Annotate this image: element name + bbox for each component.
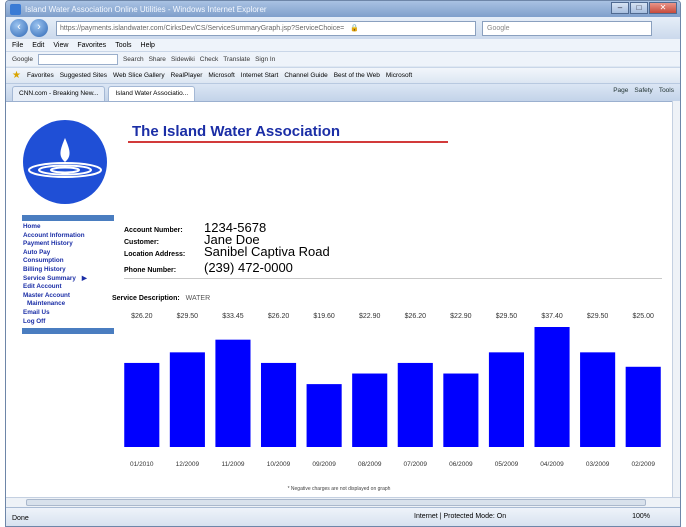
x-tick-label: 10/2009 [267,461,291,468]
chart-bar [488,352,525,447]
x-tick-label: 06/2009 [449,461,473,468]
chart-bar [443,373,479,447]
page-menu[interactable]: Page [613,87,628,94]
fav-link[interactable]: Microsoft [386,72,412,79]
status-bar: Done Internet | Protected Mode: On 100% [6,507,680,526]
favorites-label[interactable]: Favorites [27,72,54,79]
chart-bar [580,352,616,447]
bar-value-label: $26.20 [131,313,153,320]
safety-menu[interactable]: Safety [634,87,652,94]
x-tick-label: 03/2009 [586,461,610,468]
favorites-star-icon[interactable]: ★ [12,70,21,81]
x-tick-label: 11/2009 [221,461,244,468]
page-viewport: The Island Water Association Home Accoun… [6,101,672,497]
chart-bar [352,373,388,447]
service-summary-chart: $26.20 01/2010 $29.50 12/2009 $33.45 11/2009 $… [124,313,661,468]
forward-button[interactable]: › [30,19,48,37]
bar-value-label: $22.90 [450,313,472,320]
ie-icon [10,3,21,15]
chart-bar [215,339,251,447]
back-button[interactable]: ‹ [10,19,28,37]
fav-link[interactable]: Suggested Sites [60,72,107,79]
menu-view[interactable]: View [53,42,68,49]
fav-link[interactable]: Microsoft [208,72,234,79]
horizontal-scroll-thumb[interactable] [26,499,646,506]
maximize-button[interactable]: □ [630,2,648,14]
bar-value-label: $25.00 [632,313,654,320]
chart-bar [397,362,433,447]
google-search-button[interactable]: Search [123,56,144,63]
google-share-button[interactable]: Share [149,56,166,63]
favorites-bar: ★ Favorites Suggested Sites Web Slice Ga… [6,67,680,83]
google-toolbar: Google Search Share Sidewiki Check Trans… [6,51,680,66]
google-label: Google [12,55,33,63]
fav-link[interactable]: Best of the Web [334,72,380,79]
tab-cnn[interactable]: CNN.com - Breaking New... [12,86,106,101]
minimize-button[interactable]: – [611,2,629,14]
google-search-input[interactable] [37,53,118,65]
x-tick-label: 09/2009 [312,461,336,468]
fav-link[interactable]: RealPlayer [171,72,203,79]
bar-value-label: $29.50 [496,313,518,320]
bar-value-label: $26.20 [268,313,290,320]
status-text: Done [12,514,29,522]
bar-value-label: $22.90 [359,313,381,320]
title-bar: Island Water Association Online Utilitie… [6,1,680,17]
fav-link[interactable]: Web Slice Gallery [113,72,165,79]
chart-bar [534,327,570,447]
fav-link[interactable]: Internet Start [241,72,279,79]
x-tick-label: 04/2009 [540,461,564,468]
x-tick-label: 12/2009 [176,461,200,468]
google-translate-button[interactable]: Translate [223,56,250,63]
bar-value-label: $37.40 [541,313,563,320]
lock-icon[interactable]: 🔒 [350,24,359,32]
zoom-level[interactable]: 100% [632,513,650,520]
tools-menu[interactable]: Tools [659,87,674,94]
chart-bar [306,384,342,447]
menu-bar: File Edit View Favorites Tools Help [6,39,680,51]
close-window-button[interactable]: ✕ [649,2,677,14]
google-signin-button[interactable]: Sign In [255,56,275,63]
search-box[interactable]: Google [482,20,652,36]
tab-island-water[interactable]: Island Water Associatio... [108,86,196,101]
chart-footnote: * Negative charges are not displayed on … [287,486,391,492]
menu-favorites[interactable]: Favorites [77,42,106,49]
fav-link[interactable]: Channel Guide [284,72,327,79]
chart-bar [260,362,297,447]
menu-help[interactable]: Help [141,42,155,49]
menu-file[interactable]: File [12,42,23,49]
window-title: Island Water Association Online Utilitie… [25,4,267,14]
google-check-button[interactable]: Check [200,56,218,63]
google-sidewiki-button[interactable]: Sidewiki [171,56,195,63]
bar-value-label: $29.50 [587,313,609,320]
x-tick-label: 05/2009 [495,461,519,468]
x-tick-label: 08/2009 [358,461,382,468]
bar-value-label: $26.20 [405,313,427,320]
search-placeholder: Google [487,24,510,32]
tab-strip: CNN.com - Breaking New... Island Water A… [6,83,680,101]
x-tick-label: 02/2009 [631,461,655,468]
x-tick-label: 07/2009 [404,461,428,468]
x-tick-label: 01/2010 [130,461,154,468]
browser-window: Island Water Association Online Utilitie… [5,0,681,527]
bar-value-label: $29.50 [177,313,199,320]
address-bar[interactable]: https://payments.islandwater.com/CirksDe… [56,20,476,36]
bar-value-label: $19.60 [313,313,335,320]
address-url: https://payments.islandwater.com/CirksDe… [60,24,345,32]
menu-tools[interactable]: Tools [115,42,131,49]
bar-value-label: $33.45 [222,313,244,320]
security-zone[interactable]: Internet | Protected Mode: On [414,513,506,520]
chart-bar [625,366,661,447]
menu-edit[interactable]: Edit [32,42,44,49]
chart-bar [169,352,205,447]
vertical-scrollbar[interactable] [672,101,680,497]
address-row: ‹ › https://payments.islandwater.com/Cir… [6,17,680,39]
horizontal-scrollbar[interactable] [6,497,680,507]
chart-bar [124,362,160,447]
